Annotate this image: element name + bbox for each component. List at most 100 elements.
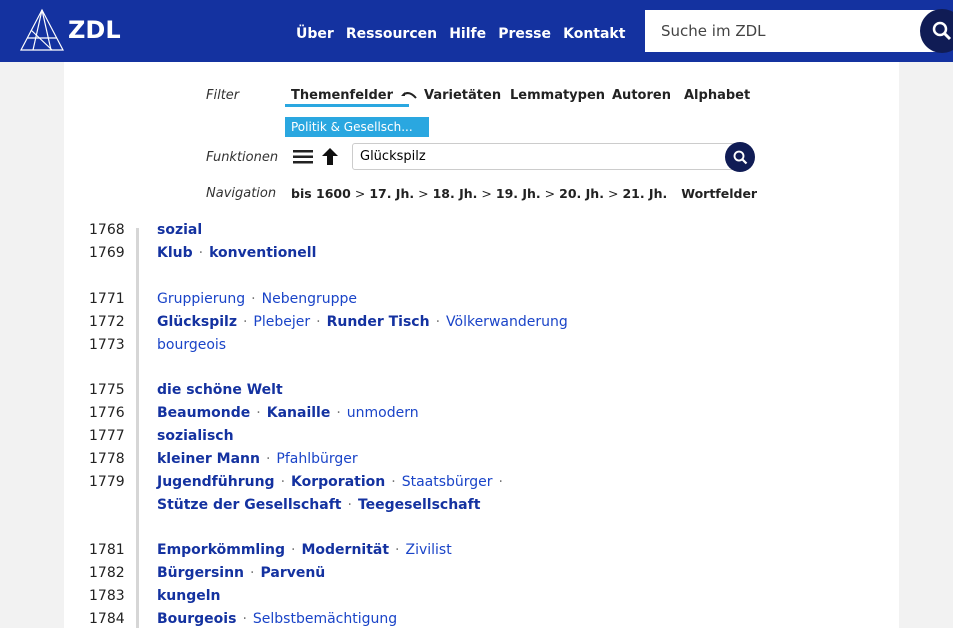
timeline-entry: die schöne Welt — [157, 382, 283, 398]
timeline-year: 1772 — [89, 314, 125, 330]
lemma-link[interactable]: sozialisch — [157, 428, 234, 444]
lemma-link[interactable]: unmodern — [347, 405, 419, 421]
timeline-year: 1779 — [89, 474, 125, 490]
lemma-link[interactable]: kleiner Mann — [157, 451, 260, 467]
lemma-link[interactable]: die schöne Welt — [157, 382, 283, 398]
timeline-year: 1784 — [89, 611, 125, 627]
tab-lemmatypen[interactable]: Lemmatypen — [510, 88, 605, 103]
lemma-link[interactable]: Runder Tisch — [327, 314, 430, 330]
nav-wortfelder[interactable]: Wortfelder — [681, 186, 757, 201]
nav-link-ressourcen[interactable]: Ressourcen — [346, 26, 437, 42]
timeline-year: 1783 — [89, 588, 125, 604]
timeline-year: 1769 — [89, 245, 125, 261]
function-search-button[interactable] — [725, 142, 755, 172]
lemma-link[interactable]: Nebengruppe — [262, 291, 357, 307]
lemma-link[interactable]: kungeln — [157, 588, 221, 604]
arrow-up-icon[interactable] — [322, 148, 338, 165]
tab-alphabet[interactable]: Alphabet — [684, 88, 750, 103]
timeline-year: 1777 — [89, 428, 125, 444]
word-separator: · — [250, 565, 255, 581]
lemma-link[interactable]: bourgeois — [157, 337, 226, 353]
timeline-entry: Stütze der Gesellschaft · Teegesellschaft — [157, 497, 480, 513]
timeline-entry: bourgeois — [157, 337, 226, 353]
word-separator: · — [256, 405, 261, 421]
timeline-entry: Emporkömmling · Modernität · Zivilist — [157, 542, 452, 558]
tab-varietaten[interactable]: Varietäten — [424, 88, 501, 103]
nav-separator: > — [607, 186, 619, 201]
word-separator: · — [242, 314, 248, 330]
lemma-link[interactable]: sozial — [157, 222, 202, 238]
nav-link-hilfe[interactable]: Hilfe — [449, 26, 486, 42]
top-header: ZDL Über Ressourcen Hilfe Presse Kontakt — [0, 0, 953, 62]
lemma-link[interactable]: Klub — [157, 245, 193, 261]
lemma-link[interactable]: Jugendführung — [157, 474, 275, 490]
nav-separator: > — [418, 186, 429, 201]
undo-arrow-icon[interactable] — [400, 90, 418, 102]
timeline-entry: kungeln — [157, 588, 221, 604]
nav-century-18[interactable]: 18. Jh. — [433, 186, 478, 201]
lemma-link[interactable]: Glückspilz — [157, 314, 237, 330]
tab-themenfelder[interactable]: Themenfelder — [291, 88, 418, 103]
search-icon — [733, 150, 747, 164]
lemma-link[interactable]: konventionell — [209, 245, 316, 261]
nav-separator: > — [481, 186, 492, 201]
lemma-link[interactable]: Kanaille — [267, 405, 331, 421]
site-search-input[interactable] — [645, 10, 915, 52]
lemma-link[interactable]: Pfahlbürger — [276, 451, 357, 467]
lemma-link[interactable]: Modernität — [301, 542, 389, 558]
lemma-link[interactable]: Staatsbürger — [402, 474, 493, 490]
timeline-year: 1776 — [89, 405, 125, 421]
nav-century-20[interactable]: 20. Jh. — [559, 186, 604, 201]
nav-link-kontakt[interactable]: Kontakt — [563, 26, 625, 42]
timeline-entry: sozialisch — [157, 428, 234, 444]
nav-separator: > — [544, 186, 556, 201]
lemma-link[interactable]: Gruppierung — [157, 291, 245, 307]
word-separator: · — [498, 474, 503, 490]
lemma-link[interactable]: Teegesellschaft — [358, 497, 480, 513]
word-separator: · — [347, 497, 352, 513]
lemma-link[interactable]: Plebejer — [253, 314, 310, 330]
nav-century-19[interactable]: 19. Jh. — [496, 186, 541, 201]
lemma-link[interactable]: Selbstbemächtigung — [253, 611, 397, 627]
word-separator: · — [251, 291, 256, 307]
search-icon — [932, 21, 952, 41]
word-separator: · — [242, 611, 247, 627]
navigation-label: Navigation — [206, 186, 277, 201]
timeline-entry: Gruppierung · Nebengruppe — [157, 291, 357, 307]
main-nav: Über Ressourcen Hilfe Presse Kontakt — [296, 23, 632, 42]
active-filter-chip[interactable]: Politik & Gesellsch... — [285, 117, 429, 137]
timeline-entry: Beaumonde · Kanaille · unmodern — [157, 405, 419, 421]
nav-century-21[interactable]: 21. Jh. — [622, 186, 667, 201]
lemma-link[interactable]: Parvenü — [260, 565, 325, 581]
lemma-link[interactable]: Stütze der Gesellschaft — [157, 497, 342, 513]
lemma-link[interactable]: Bürgersinn — [157, 565, 244, 581]
nav-link-presse[interactable]: Presse — [498, 26, 551, 42]
function-search-input[interactable] — [352, 143, 748, 170]
timeline-year: 1778 — [89, 451, 125, 467]
century-navigation: bis 1600 >17. Jh. >18. Jh. >19. Jh. >20. Jh.… — [291, 186, 757, 201]
word-separator: · — [391, 474, 396, 490]
lemma-link[interactable]: Völkerwanderung — [446, 314, 568, 330]
lemma-link[interactable]: Korporation — [291, 474, 385, 490]
nav-century-17[interactable]: 17. Jh. — [369, 186, 414, 201]
word-separator: · — [395, 542, 400, 558]
timeline-entry: sozial — [157, 222, 202, 238]
nav-century-bis1600[interactable]: bis 1600 — [291, 186, 351, 201]
menu-icon[interactable] — [293, 150, 313, 164]
lemma-link[interactable]: Beaumonde — [157, 405, 250, 421]
timeline-entry: Bourgeois · Selbstbemächtigung — [157, 611, 397, 627]
timeline-year: 1781 — [89, 542, 125, 558]
tab-themenfelder-label: Themenfelder — [291, 88, 394, 103]
lemma-link[interactable]: Bourgeois — [157, 611, 236, 627]
timeline-year: 1782 — [89, 565, 125, 581]
site-search-button[interactable] — [920, 9, 953, 53]
brand-name[interactable]: ZDL — [68, 16, 121, 44]
zdl-logo-icon[interactable] — [19, 8, 65, 52]
tab-autoren[interactable]: Autoren — [612, 88, 671, 103]
timeline-entry: Glückspilz · Plebejer · Runder Tisch · Völkerw… — [157, 314, 568, 330]
timeline-entry: Jugendführung · Korporation · Staatsbürger · — [157, 474, 509, 490]
nav-separator: > — [354, 186, 366, 201]
lemma-link[interactable]: Zivilist — [406, 542, 452, 558]
nav-link-uber[interactable]: Über — [296, 26, 334, 42]
lemma-link[interactable]: Emporkömmling — [157, 542, 285, 558]
